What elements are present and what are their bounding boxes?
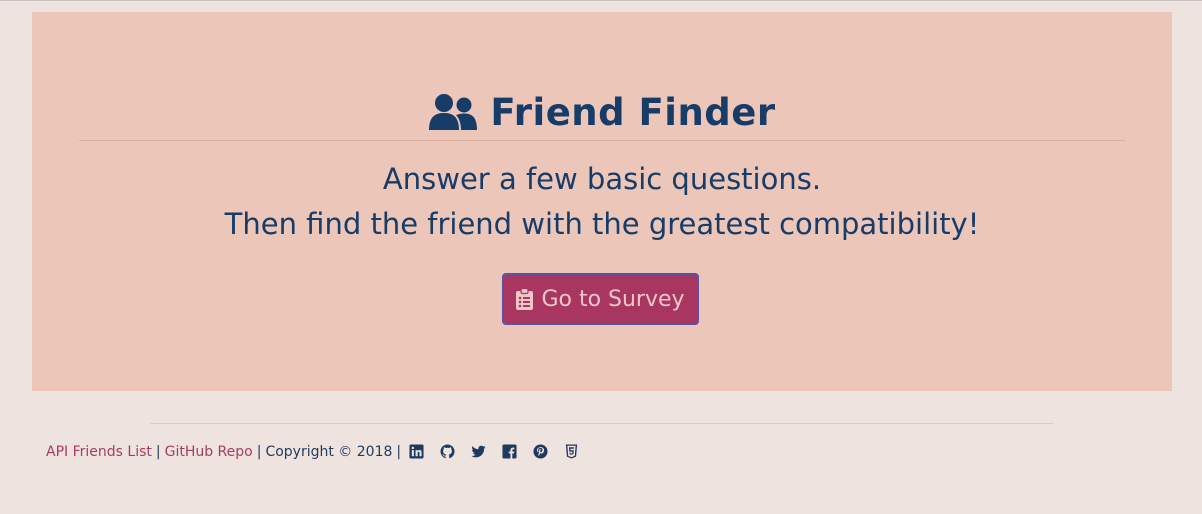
lead-line-2: Then find the friend with the greatest c…	[224, 207, 980, 241]
copyright-text: Copyright © 2018	[265, 444, 393, 460]
facebook-icon[interactable]	[502, 444, 518, 460]
footer-separator: |	[396, 444, 402, 460]
twitter-icon[interactable]	[471, 444, 487, 460]
top-border	[0, 0, 1202, 1]
pinterest-icon[interactable]	[533, 444, 549, 460]
title-text: Friend Finder	[490, 90, 776, 134]
github-repo-link[interactable]: GitHub Repo	[165, 444, 253, 460]
jumbotron: Friend Finder Answer a few basic questio…	[32, 12, 1172, 391]
users-icon	[429, 94, 478, 130]
api-friends-list-link[interactable]: API Friends List	[46, 444, 152, 460]
go-to-survey-button[interactable]: Go to Survey	[502, 273, 699, 325]
page-title: Friend Finder	[32, 84, 1172, 140]
divider	[79, 140, 1125, 141]
github-icon[interactable]	[440, 444, 456, 460]
survey-button-label: Go to Survey	[541, 286, 685, 312]
footer-separator: |	[256, 444, 262, 460]
linkedin-icon[interactable]	[409, 444, 425, 460]
social-links	[409, 444, 595, 460]
footer: API Friends List | GitHub Repo | Copyrig…	[46, 441, 595, 463]
html5-icon[interactable]	[564, 444, 580, 460]
clipboard-list-icon	[516, 288, 534, 310]
footer-separator: |	[155, 444, 161, 460]
lead-line-1: Answer a few basic questions.	[382, 162, 822, 196]
footer-divider	[150, 423, 1053, 424]
